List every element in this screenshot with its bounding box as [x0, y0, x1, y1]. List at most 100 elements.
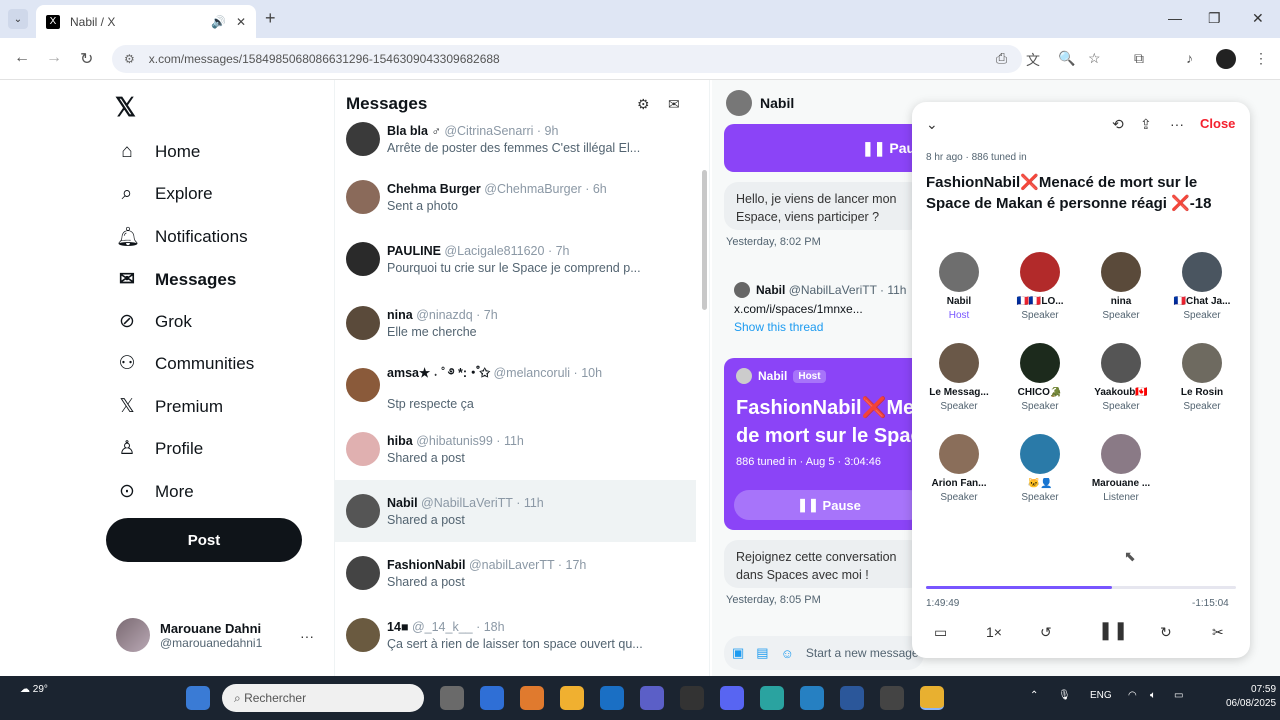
chat-header[interactable]: Nabil: [726, 90, 794, 116]
playback-progress[interactable]: [926, 586, 1236, 589]
conversation-item[interactable]: amsa★ ˖ ˚ ࿔ *:・゚✩ @melancoruli · 10h Stp …: [334, 354, 696, 416]
conversation-item[interactable]: nina @ninazdq · 7h Elle me cherche: [334, 292, 696, 354]
conversation-item[interactable]: FashionNabil @nabilLaverTT · 17h Shared a…: [334, 542, 696, 604]
nav-notifications[interactable]: 🔔︎ Notifications: [116, 225, 248, 249]
scrollbar[interactable]: [702, 170, 707, 310]
nav-home[interactable]: ⌂ Home: [116, 141, 200, 163]
nav-messages[interactable]: ✉ Messages: [116, 268, 236, 291]
post-button[interactable]: Post: [106, 518, 302, 562]
reload-icon[interactable]: ↻: [80, 49, 93, 69]
minimize-button[interactable]: —: [1168, 10, 1182, 26]
edge-icon[interactable]: [760, 686, 784, 710]
clip-icon[interactable]: ⟲: [1112, 116, 1124, 133]
gif-icon[interactable]: ▤: [756, 645, 768, 661]
conversation-item[interactable]: Bla bla ♂ @CitrinaSenarri · 9h Arrête de …: [334, 108, 696, 170]
space-participant[interactable]: Le Rosin Speaker: [1162, 343, 1242, 412]
app-icon[interactable]: [480, 686, 504, 710]
account-more-icon[interactable]: ···: [300, 628, 314, 644]
taskbar-search[interactable]: ⌕ Rechercher: [222, 684, 424, 712]
close-window-button[interactable]: ✕: [1252, 10, 1264, 27]
teams-icon[interactable]: [640, 686, 664, 710]
space-participant[interactable]: nina Speaker: [1081, 252, 1161, 321]
space-participant[interactable]: Marouane ... Listener: [1081, 434, 1161, 503]
space-participant[interactable]: 🇫🇷Chat Ja... Speaker: [1162, 252, 1242, 321]
space-participant[interactable]: CHICO🐊 Speaker: [1000, 343, 1080, 412]
rewind-icon[interactable]: ↺: [1040, 624, 1052, 641]
task-view-icon[interactable]: [440, 686, 464, 710]
nav-premium[interactable]: 𝕏 Premium: [116, 395, 223, 418]
space-participant[interactable]: Yaakoub🇨🇦 Speaker: [1081, 343, 1161, 412]
space-card-pause-button[interactable]: ❚❚ Pause: [734, 490, 924, 520]
clock[interactable]: 07:59 06/08/2025: [1226, 683, 1276, 711]
nav-grok[interactable]: ⊘ Grok: [116, 310, 192, 333]
outlook-icon[interactable]: [600, 686, 624, 710]
close-tab-icon[interactable]: ✕: [236, 15, 246, 29]
share-icon[interactable]: ⇪: [1140, 116, 1152, 133]
tray-chevron-icon[interactable]: ⌃: [1030, 690, 1038, 701]
conversation-item[interactable]: hiba @hibatunis99 · 11h Shared a post: [334, 418, 696, 480]
wifi-icon[interactable]: ◠: [1128, 690, 1137, 701]
app-icon[interactable]: [680, 686, 704, 710]
file-explorer-icon[interactable]: [560, 686, 584, 710]
space-card[interactable]: Nabil Host FashionNabil❌Menacé de mort su…: [724, 358, 924, 530]
shared-post[interactable]: Nabil @NabilLaVeriTT · 11h x.com/i/space…: [724, 274, 924, 346]
speaker-icon[interactable]: 🔊: [211, 15, 226, 29]
media-player-icon[interactable]: [880, 686, 904, 710]
tab-x-nabil[interactable]: X Nabil / X 🔊 ✕: [36, 5, 256, 38]
copilot-icon[interactable]: [520, 686, 544, 710]
collapse-chevron-icon[interactable]: ⌄: [926, 116, 938, 133]
chrome-icon[interactable]: [920, 686, 944, 710]
extensions-icon[interactable]: ⧉: [1134, 50, 1144, 67]
discord-icon[interactable]: [720, 686, 744, 710]
language-indicator[interactable]: ENG: [1090, 690, 1112, 701]
scissors-icon[interactable]: ✂: [1212, 624, 1224, 641]
forward-icon[interactable]: →: [46, 49, 62, 67]
space-participant[interactable]: 🇫🇷🇫🇷LO... Speaker: [1000, 252, 1080, 321]
translate-icon[interactable]: 文: [1026, 50, 1040, 70]
close-space-button[interactable]: Close: [1200, 116, 1235, 131]
more-options-icon[interactable]: ···: [1170, 116, 1184, 132]
nav-communities[interactable]: ⚇ Communities: [116, 352, 254, 375]
restore-button[interactable]: ❐: [1208, 10, 1221, 27]
menu-icon[interactable]: ⋮: [1254, 50, 1268, 67]
conversation-item[interactable]: Chehma Burger @ChehmaBurger · 6h Sent a p…: [334, 166, 696, 228]
word-icon[interactable]: [840, 686, 864, 710]
site-info-icon[interactable]: ⚙: [124, 52, 135, 66]
conversation-item[interactable]: PAULINE @Lacigale811620 · 7h Pourquoi tu …: [334, 228, 696, 290]
nav-more[interactable]: ⊙ More: [116, 480, 194, 503]
bookmark-star-icon[interactable]: ☆: [1088, 50, 1101, 67]
space-participant[interactable]: Nabil Host: [919, 252, 999, 321]
app-icon[interactable]: [800, 686, 824, 710]
show-thread-link[interactable]: Show this thread: [724, 316, 924, 334]
space-participant[interactable]: 🐱👤 Speaker: [1000, 434, 1080, 503]
start-icon[interactable]: [186, 686, 210, 710]
media-icon[interactable]: ▣: [732, 645, 744, 661]
install-icon[interactable]: ⎙: [996, 50, 1007, 67]
volume-icon[interactable]: 🔈︎: [1150, 690, 1156, 701]
battery-icon[interactable]: ▭: [1174, 690, 1183, 701]
pause-icon[interactable]: ❚❚: [1098, 620, 1128, 641]
nav-profile[interactable]: ♙ Profile: [116, 437, 203, 460]
zoom-icon[interactable]: 🔍: [1058, 50, 1075, 67]
playback-speed-button[interactable]: 1×: [986, 624, 1002, 640]
url-field[interactable]: ⚙ x.com/messages/1584985068086631296-154…: [112, 45, 1022, 73]
new-tab-button[interactable]: +: [265, 8, 276, 29]
account-switcher[interactable]: Marouane Dahni @marouanedahni1: [116, 618, 262, 652]
nav-explore[interactable]: ⌕ Explore: [116, 183, 213, 205]
weather-widget[interactable]: ☁ 29°: [20, 684, 48, 695]
shared-post-url[interactable]: x.com/i/spaces/1mnxe...: [724, 298, 924, 316]
x-logo-icon[interactable]: 𝕏: [115, 92, 136, 123]
space-participant[interactable]: Le Messag... Speaker: [919, 343, 999, 412]
forward-skip-icon[interactable]: ↻: [1160, 624, 1172, 641]
emoji-icon[interactable]: ☺: [781, 646, 794, 661]
conversation-item[interactable]: Nabil @NabilLaVeriTT · 11h Shared a post: [334, 480, 696, 542]
captions-icon[interactable]: ▭: [934, 624, 947, 641]
media-icon[interactable]: ♪: [1186, 50, 1193, 66]
conversation-item[interactable]: 14■ @_14_k__ · 18h Ça sert à rien de lais…: [334, 604, 696, 666]
back-icon[interactable]: ←: [14, 49, 30, 67]
space-participant[interactable]: Arion Fan... Speaker: [919, 434, 999, 503]
microphone-icon[interactable]: 🎙︎: [1058, 690, 1071, 701]
profile-avatar[interactable]: [1216, 49, 1236, 69]
message-composer[interactable]: ▣ ▤ ☺ Start a new message: [724, 636, 924, 670]
tab-list-button[interactable]: ⌄: [8, 9, 28, 29]
